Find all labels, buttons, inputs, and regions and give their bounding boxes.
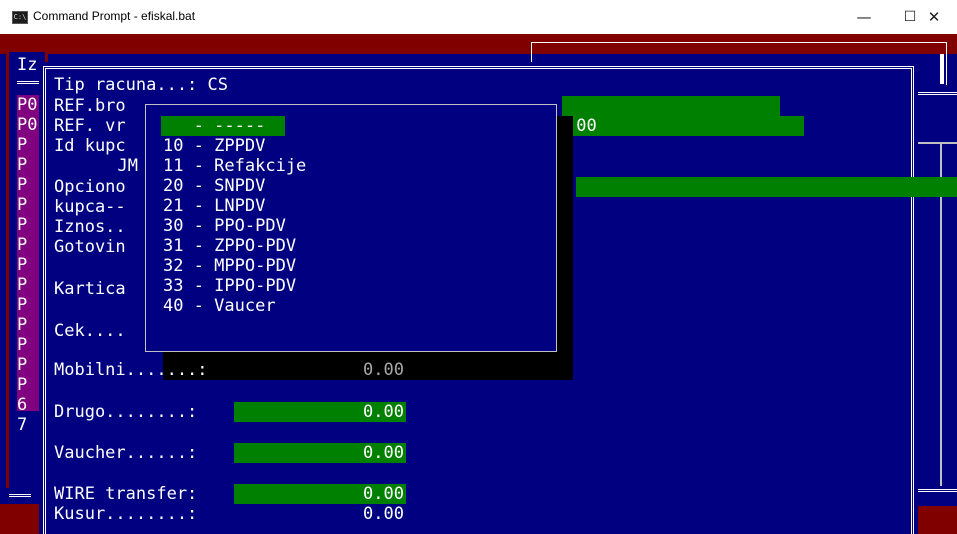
console-app-icon: C:\ [12,11,28,24]
tip-racuna-label: Tip racuna...: CS [54,75,228,95]
background-right-top-divider [918,92,957,95]
background-left-bottom-divider [9,494,31,497]
background-right-bottom-divider [918,489,957,492]
background-left-letter: P [17,175,28,195]
background-left-letter: P [17,275,28,295]
background-right-gray-line [918,142,957,144]
popup-menu-item[interactable]: 30 - PPO-PDV [163,216,286,236]
background-left-letter: P [17,135,28,155]
popup-menu-item[interactable]: 10 - ZPPDV [163,136,265,156]
iznos-label: Iznos.. [54,217,126,237]
ref-broj-field[interactable] [562,96,780,116]
background-left-letter: P [17,335,28,355]
background-right-frame-edge [940,54,944,84]
background-left-letter: P [17,355,28,375]
background-left-divider [17,81,39,84]
background-left-letter: 6 [17,395,28,415]
vaucher-label: Vaucher......: [54,443,198,463]
opciono-field[interactable] [576,177,957,197]
mobilni-value[interactable]: 0.00 [314,360,404,380]
background-left-letter: P0 [17,95,38,115]
minimize-button[interactable]: — [841,0,887,34]
background-left-letter: P [17,255,28,275]
jm-label: JM [117,156,138,176]
background-left-letter: 7 [17,415,28,435]
background-left-letter: P [17,195,28,215]
ref-broj-label: REF.bro [54,96,126,116]
ref-vr-field[interactable] [562,116,804,136]
popup-menu-item[interactable]: 11 - Refakcije [163,156,306,176]
cek-label: Cek.... [54,321,126,341]
console-area: Iz P0 P0 P P P P P P P P P P P P P 6 7 :00 Tip racuna...… [0,34,957,534]
gotovina-label: Gotovin [54,237,126,257]
background-iz-label: Iz [17,55,38,75]
close-button[interactable]: ✕ [911,0,957,34]
popup-menu-item[interactable]: 40 - Vaucer [163,296,276,316]
window-title: Command Prompt - efiskal.bat [33,9,196,23]
background-left-letter: P [17,375,28,395]
title-bar: C:\ Command Prompt - efiskal.bat — ☐ ✕ [0,0,957,34]
popup-menu-item[interactable]: 31 - ZPPO-PDV [163,236,296,256]
wire-transfer-label: WIRE transfer: [54,484,198,504]
kupca-label: kupca-- [54,197,126,217]
drugo-value: 0.00 [363,402,404,422]
background-right-window [918,92,957,506]
kusur-value: 0.00 [363,504,404,524]
popup-menu-item[interactable]: 20 - SNPDV [163,176,265,196]
background-left-letter: P [17,295,28,315]
background-left-letter: P [17,215,28,235]
background-left-letter: P [17,155,28,175]
kartica-label: Kartica [54,279,126,299]
kusur-label: Kusur........: [54,504,198,524]
popup-menu-item[interactable]: 32 - MPPO-PDV [163,256,296,276]
mobilni-label: Mobilni.......: [54,360,208,380]
background-left-letter: P0 [17,115,38,135]
popup-menu-item[interactable]: 33 - IPPO-PDV [163,276,296,296]
background-left-letter: P [17,235,28,255]
vaucher-value: 0.00 [363,443,404,463]
ref-vr-label: REF. vr [54,116,126,136]
popup-menu-item[interactable]: - ----- [163,116,266,136]
wire-transfer-value: 0.00 [363,484,404,504]
id-kupca-label: Id kupc [54,136,126,156]
drugo-label: Drugo........: [54,402,198,422]
popup-menu-item[interactable]: 21 - LNPDV [163,196,265,216]
background-left-letter: P [17,315,28,335]
opciono-label: Opciono [54,177,126,197]
